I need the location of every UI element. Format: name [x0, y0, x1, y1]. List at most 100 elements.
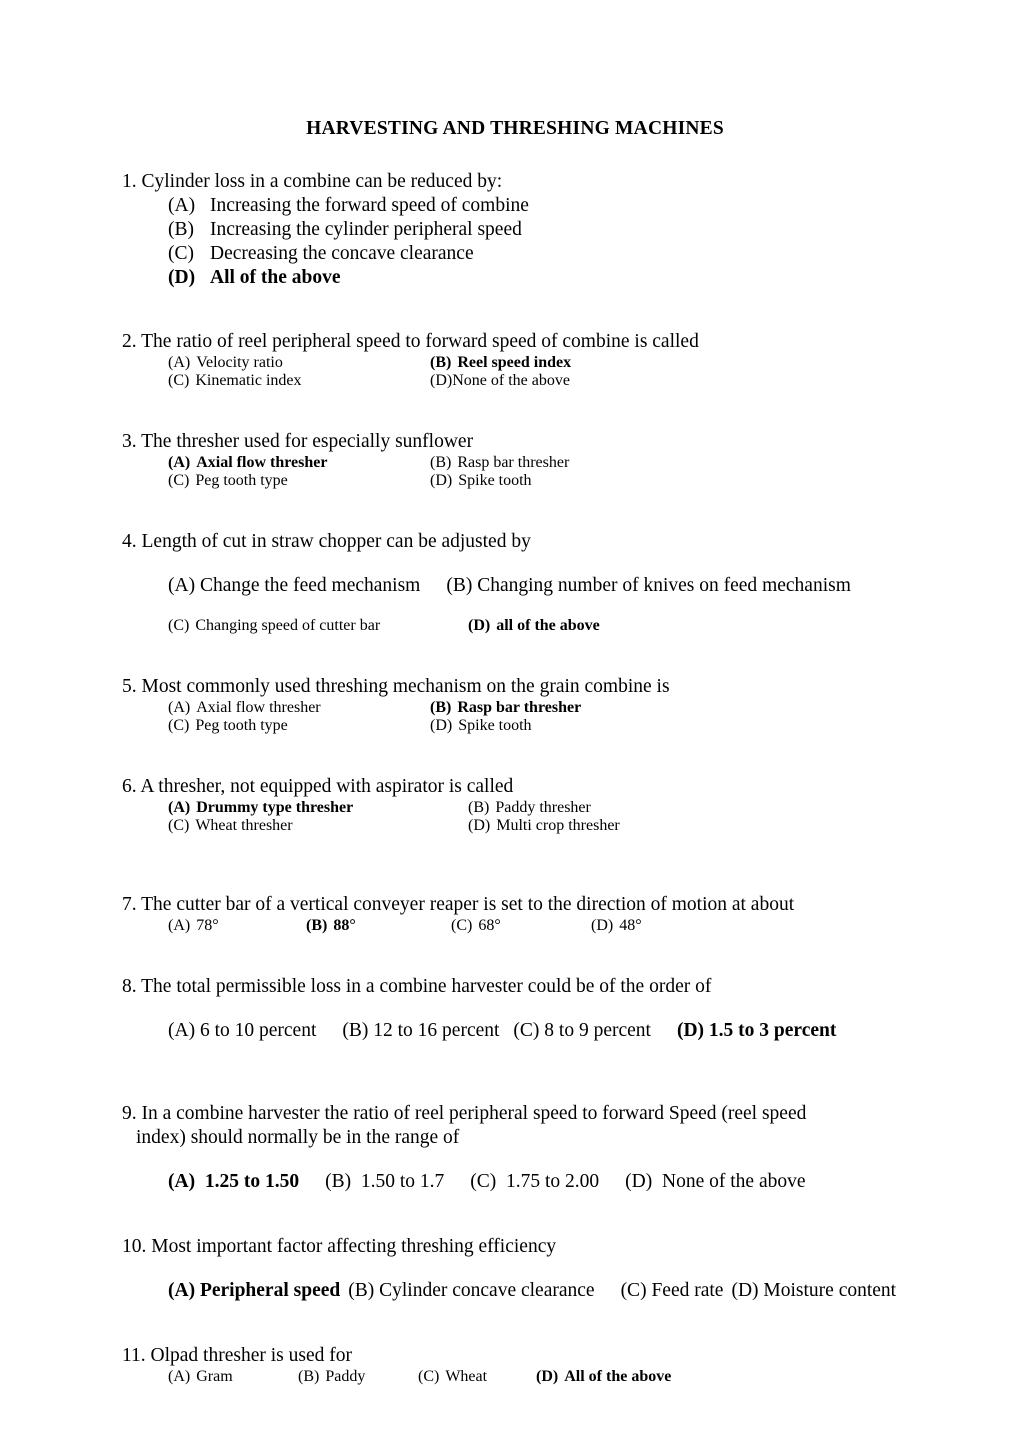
option-label: (C) [620, 1279, 647, 1301]
option-label: (C) [168, 717, 190, 734]
option-row[interactable]: (C) 1.75 to 2.00 [470, 1171, 599, 1192]
option-label: (C) [470, 1170, 497, 1192]
option-row[interactable]: (A) Increasing the forward speed of combi… [168, 194, 920, 218]
option-row[interactable]: (C) Wheat [418, 1368, 536, 1386]
option-text: Increasing the cylinder peripheral speed [210, 219, 522, 240]
option-row[interactable]: (A) Axial flow thresher [168, 699, 430, 717]
option-row[interactable]: (B) Paddy thresher [468, 799, 920, 817]
option-row[interactable]: (A) Gram [168, 1368, 298, 1386]
option-row[interactable]: (C) Peg tooth type [168, 717, 430, 735]
option-row[interactable]: (C) Peg tooth type [168, 472, 430, 490]
option-row[interactable]: (D)None of the above [430, 372, 920, 390]
question-stem-line2: index) should normally be in the range o… [136, 1127, 460, 1148]
option-row[interactable]: (D) [731, 1280, 758, 1301]
options-list: (A) Velocity ratio (B) Reel speed index (C… [122, 354, 920, 390]
option-row[interactable]: (D) Multi crop thresher [468, 817, 920, 835]
option-row[interactable]: (A) Velocity ratio [168, 354, 430, 372]
option-row[interactable]: (B) 88° [306, 917, 451, 935]
question-block-9: 9. In a combine harvester the ratio of r… [122, 1102, 920, 1194]
option-row[interactable]: (A) Peripheral speed [168, 1280, 340, 1301]
option-row[interactable]: (A) Axial flow thresher [168, 454, 430, 472]
options-list: (A) Gram (B) Paddy (C) Wheat (D) All of the … [122, 1368, 920, 1386]
option-row[interactable]: (B) 12 to 16 percent [342, 1020, 499, 1041]
option-text: Changing number of knives on feed [477, 574, 758, 596]
question-stem: 7. The cutter bar of a vertical conveyer… [122, 894, 795, 915]
option-text: All of the above [564, 1368, 672, 1385]
option-row[interactable]: (B) 1.50 to 1.7 [325, 1171, 444, 1192]
option-row[interactable]: (B) Paddy [298, 1368, 418, 1386]
option-text: Drummy type thresher [196, 799, 354, 816]
option-text: 1.25 to 1.50 [204, 1170, 300, 1192]
question-stem-line1: 9. In a combine harvester the ratio of r… [122, 1103, 807, 1124]
option-row[interactable]: (B) Rasp bar thresher [430, 454, 920, 472]
option-text: Gram [196, 1368, 233, 1385]
option-label: (B) [430, 454, 452, 471]
options-list: (A) Axial flow thresher (B) Rasp bar thres… [122, 699, 920, 735]
option-row[interactable]: (D) all of the above [468, 617, 920, 635]
option-label: (B) [325, 1170, 352, 1192]
option-text: None of the [662, 1170, 755, 1192]
question-block-7: 7. The cutter bar of a vertical conveyer… [122, 893, 920, 935]
question-block-2: 2. The ratio of reel peripheral speed to… [122, 330, 920, 390]
options-list: (A) 78° (B) 88° (C) 68° (D) 48° [122, 917, 920, 935]
option-row[interactable]: (C) Kinematic index [168, 372, 430, 390]
option-row[interactable]: (B) Changing number of knives on feed [446, 575, 757, 596]
option-row[interactable]: (C) 8 to 9 percent [513, 1020, 651, 1041]
option-text: Spike tooth [458, 717, 532, 734]
question-block-3: 3. The thresher used for especially sunf… [122, 430, 920, 490]
option-row[interactable]: (A) Drummy type thresher [168, 799, 468, 817]
option-label: (A) [168, 1019, 196, 1041]
option-row[interactable]: (C) Wheat thresher [168, 817, 468, 835]
option-text: Reel speed index [457, 354, 572, 371]
option-text: Peg tooth type [195, 472, 288, 489]
option-row[interactable]: (C) Decreasing the concave clearance [168, 242, 920, 266]
option-label: (A) [168, 1170, 196, 1192]
option-label: (B) [430, 354, 452, 371]
option-row[interactable]: (D) None of the [625, 1171, 754, 1192]
option-row[interactable]: (A) 6 to 10 percent [168, 1020, 316, 1041]
option-row[interactable]: (B) Rasp bar thresher [430, 699, 920, 717]
option-row[interactable]: (A) Change the feed mechanism [168, 575, 420, 596]
option-text: Feed rate [651, 1279, 724, 1301]
option-text: Change the feed mechanism [199, 574, 421, 596]
option-text: Velocity ratio [196, 354, 283, 371]
option-row[interactable]: (B) Reel speed index [430, 354, 920, 372]
question-stem: 1. Cylinder loss in a combine can be red… [122, 171, 503, 192]
option-text: all of the above [496, 617, 600, 634]
option-row[interactable]: (B) Increasing the cylinder peripheral sp… [168, 218, 920, 242]
option-row[interactable]: (C) 68° [451, 917, 591, 935]
question-block-1: 1. Cylinder loss in a combine can be red… [122, 170, 920, 290]
option-row[interactable]: (D) All of the above [536, 1368, 920, 1386]
option-row[interactable]: (D) Spike tooth [430, 717, 920, 735]
option-text: 48° [619, 917, 642, 934]
option-row[interactable]: (C) Feed rate [621, 1280, 724, 1301]
option-text: Spike tooth [458, 472, 532, 489]
option-label: (B) [446, 574, 473, 596]
option-label: (A) [168, 195, 196, 216]
option-label: (C) [168, 243, 194, 264]
option-label: (C) [168, 472, 190, 489]
option-row[interactable]: (D) 1.5 to 3 [677, 1020, 769, 1041]
options-list: (A) Increasing the forward speed of combi… [122, 194, 920, 290]
option-label: (A) [168, 699, 191, 716]
option-text: Paddy thresher [495, 799, 591, 816]
question-block-5: 5. Most commonly used threshing mechanis… [122, 675, 920, 735]
option-row[interactable]: (B) Cylinder concave clearance [348, 1280, 594, 1301]
option-row[interactable]: (D) All of the above [168, 266, 920, 290]
options-list: (A) 1.25 to 1.50 (B) 1.50 to 1.7 (C) 1.75 … [122, 1170, 920, 1194]
option-text: 78° [196, 917, 219, 934]
option-row[interactable]: (A) 1.25 to 1.50 [168, 1171, 299, 1192]
option-row[interactable]: (C) Changing speed of cutter bar [168, 617, 468, 635]
document-page: HARVESTING AND THRESHING MACHINES 1. Cyl… [0, 0, 1020, 1442]
option-row[interactable]: (D) Spike tooth [430, 472, 920, 490]
option-text: Peripheral speed [199, 1279, 341, 1301]
option-row[interactable]: (D) 48° [591, 917, 920, 935]
option-row[interactable]: (A) 78° [168, 917, 306, 935]
option-label: (B) [306, 917, 328, 934]
option-label: (A) [168, 1279, 196, 1301]
